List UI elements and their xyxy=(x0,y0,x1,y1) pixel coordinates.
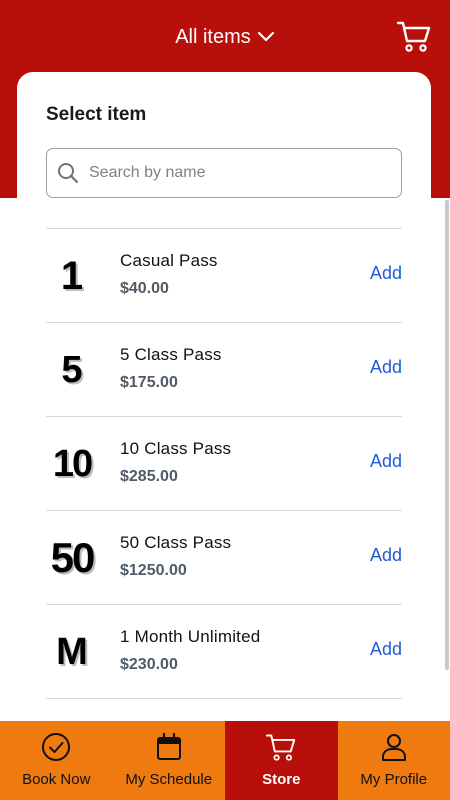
item-glyph: 50 xyxy=(50,534,96,581)
category-dropdown[interactable]: All items xyxy=(0,22,450,52)
list-item[interactable]: 50 50 Class Pass $1250.00 Add xyxy=(46,510,402,604)
cart-icon xyxy=(265,731,297,763)
item-glyph: 5 xyxy=(61,348,83,391)
item-price: $40.00 xyxy=(120,280,169,297)
item-glyph: 10 xyxy=(52,442,93,485)
calendar-icon xyxy=(153,731,185,763)
item-glyph: 1 xyxy=(60,253,84,298)
item-name: Casual Pass xyxy=(120,251,218,270)
top-bar: All items xyxy=(0,0,450,72)
list-item[interactable]: 5 5 Class Pass $175.00 Add xyxy=(46,322,402,416)
item-list: 1 Casual Pass $40.00 Add 5 5 Class Pass … xyxy=(46,228,402,699)
tab-store[interactable]: Store xyxy=(225,721,338,800)
bottom-tab-bar: Book Now My Schedule Store My Profile xyxy=(0,721,450,800)
category-label: All items xyxy=(175,25,251,48)
tab-label: My Profile xyxy=(360,771,428,788)
list-item[interactable]: 10 10 Class Pass $285.00 Add xyxy=(46,416,402,510)
divider xyxy=(46,698,402,699)
tab-label: My Schedule xyxy=(125,771,213,788)
tab-my-schedule[interactable]: My Schedule xyxy=(112,721,225,800)
search-box[interactable] xyxy=(46,148,402,198)
person-icon xyxy=(378,731,410,763)
item-name: 1 Month Unlimited xyxy=(120,627,261,646)
search-input[interactable] xyxy=(89,164,379,182)
search-icon xyxy=(57,162,79,184)
item-price: $1250.00 xyxy=(120,562,187,579)
scrollbar[interactable] xyxy=(445,200,449,670)
tab-label: Store xyxy=(262,771,301,788)
card-title: Select item xyxy=(46,104,147,125)
item-name: 5 Class Pass xyxy=(120,345,222,364)
add-button[interactable]: Add xyxy=(370,545,402,566)
item-price: $175.00 xyxy=(120,374,178,391)
list-item[interactable]: 1 Casual Pass $40.00 Add xyxy=(46,228,402,322)
add-button[interactable]: Add xyxy=(370,357,402,378)
item-name: 10 Class Pass xyxy=(120,439,232,458)
item-glyph: M xyxy=(56,630,88,673)
item-price: $285.00 xyxy=(120,468,178,485)
cart-icon[interactable] xyxy=(396,18,432,54)
add-button[interactable]: Add xyxy=(370,451,402,472)
chevron-down-icon xyxy=(257,31,275,43)
add-button[interactable]: Add xyxy=(370,263,402,284)
tab-label: Book Now xyxy=(22,771,91,788)
add-button[interactable]: Add xyxy=(370,639,402,660)
tab-my-profile[interactable]: My Profile xyxy=(337,721,450,800)
item-name: 50 Class Pass xyxy=(120,533,232,552)
select-item-card: Select item 1 Casual Pass $40.00 Add 5 5… xyxy=(17,72,431,772)
item-price: $230.00 xyxy=(120,656,178,673)
list-item[interactable]: M 1 Month Unlimited $230.00 Add xyxy=(46,604,402,698)
check-circle-icon xyxy=(40,731,72,763)
tab-book-now[interactable]: Book Now xyxy=(0,721,113,800)
